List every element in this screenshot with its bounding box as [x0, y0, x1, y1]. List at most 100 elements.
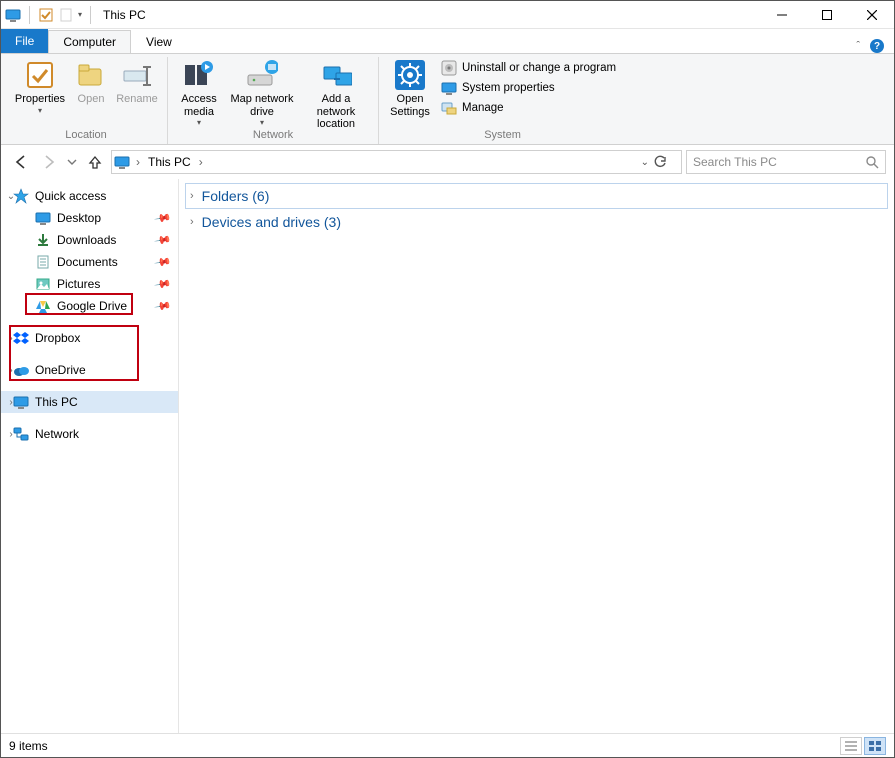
- system-properties-button[interactable]: System properties: [437, 79, 620, 97]
- refresh-button[interactable]: [653, 155, 675, 169]
- section-devices-label: Devices and drives (3): [202, 214, 341, 230]
- dropbox-label: Dropbox: [35, 331, 80, 345]
- manage-label: Manage: [462, 102, 504, 114]
- sidebar-item-label: Pictures: [57, 277, 100, 291]
- pin-icon: 📌: [154, 209, 173, 228]
- quick-access-toolbar: ▾: [1, 6, 95, 24]
- quick-access-label: Quick access: [35, 189, 106, 203]
- rename-button[interactable]: Rename: [113, 57, 161, 125]
- title-bar: ▾ This PC: [1, 1, 894, 29]
- address-chevron-icon-2[interactable]: ›: [197, 155, 205, 169]
- open-icon: [75, 59, 107, 91]
- properties-dropdown-icon: ▾: [38, 106, 42, 115]
- open-settings-button[interactable]: Open Settings: [385, 57, 435, 125]
- sidebar-item-label: Google Drive: [57, 299, 127, 313]
- pin-icon: 📌: [154, 275, 173, 294]
- app-icon: [5, 7, 21, 23]
- tab-computer[interactable]: Computer: [48, 30, 131, 53]
- address-chevron-icon[interactable]: ›: [134, 155, 142, 169]
- group-network-label: Network: [174, 127, 372, 144]
- settings-gear-icon: [394, 59, 426, 91]
- sidebar-dropbox[interactable]: › Dropbox: [1, 327, 178, 349]
- close-button[interactable]: [849, 1, 894, 29]
- map-drive-button[interactable]: Map network drive ▾: [226, 57, 298, 125]
- expander-icon[interactable]: ›: [5, 397, 17, 408]
- tab-file[interactable]: File: [1, 29, 48, 53]
- rename-icon: [121, 59, 153, 91]
- minimize-button[interactable]: [759, 1, 804, 29]
- forward-button[interactable]: [37, 150, 61, 174]
- collapse-ribbon-icon[interactable]: ˆ: [856, 40, 860, 52]
- ribbon-right-controls: ˆ ?: [856, 39, 894, 53]
- view-tiles-button[interactable]: [864, 737, 886, 755]
- open-button[interactable]: Open: [71, 57, 111, 125]
- section-folders[interactable]: › Folders (6): [185, 183, 888, 209]
- sidebar-onedrive[interactable]: › OneDrive: [1, 359, 178, 381]
- manage-icon: [441, 100, 457, 116]
- sidebar-network[interactable]: › Network: [1, 423, 178, 445]
- add-location-button[interactable]: Add a network location: [300, 57, 372, 125]
- properties-button[interactable]: Properties ▾: [11, 57, 69, 125]
- address-bar[interactable]: › This PC › ⌄: [111, 150, 682, 174]
- search-input[interactable]: Search This PC: [686, 150, 886, 174]
- qat-properties-icon[interactable]: [38, 7, 54, 23]
- chevron-right-icon: ›: [190, 190, 194, 202]
- map-drive-label: Map network drive: [228, 93, 296, 118]
- system-properties-label: System properties: [462, 82, 555, 94]
- search-icon: [865, 155, 879, 169]
- section-devices[interactable]: › Devices and drives (3): [185, 209, 888, 235]
- expander-icon[interactable]: ›: [5, 429, 17, 440]
- system-properties-icon: [441, 80, 457, 96]
- qat-dropdown-icon[interactable]: ▾: [78, 10, 82, 19]
- rename-label: Rename: [116, 93, 158, 106]
- address-dropdown-icon[interactable]: ⌄: [641, 157, 649, 168]
- documents-icon: [35, 254, 51, 270]
- help-icon[interactable]: ?: [870, 39, 884, 53]
- qat-separator: [29, 6, 30, 24]
- expander-icon[interactable]: ⌄: [5, 191, 17, 202]
- expander-icon[interactable]: ›: [5, 365, 17, 376]
- pin-icon: 📌: [154, 231, 173, 250]
- access-media-label: Access media: [176, 93, 222, 118]
- properties-label: Properties: [15, 93, 65, 106]
- address-segment-thispc[interactable]: This PC: [146, 155, 193, 169]
- view-details-button[interactable]: [840, 737, 862, 755]
- address-pc-icon: [114, 154, 130, 170]
- network-label: Network: [35, 427, 79, 441]
- sidebar-item-google-drive[interactable]: Google Drive 📌: [1, 295, 178, 317]
- recent-dropdown-icon[interactable]: [65, 150, 79, 174]
- properties-icon: [24, 59, 56, 91]
- expander-icon[interactable]: ›: [5, 333, 17, 344]
- up-button[interactable]: [83, 150, 107, 174]
- this-pc-label: This PC: [35, 395, 78, 409]
- uninstall-button[interactable]: Uninstall or change a program: [437, 59, 620, 77]
- downloads-icon: [35, 232, 51, 248]
- back-button[interactable]: [9, 150, 33, 174]
- window-controls: [759, 1, 894, 29]
- sidebar-quick-access[interactable]: ⌄ Quick access: [1, 185, 178, 207]
- system-list: Uninstall or change a program System pro…: [437, 57, 620, 117]
- sidebar-item-label: Documents: [57, 255, 118, 269]
- maximize-button[interactable]: [804, 1, 849, 29]
- add-location-label: Add a network location: [302, 93, 370, 131]
- sidebar-item-desktop[interactable]: Desktop 📌: [1, 207, 178, 229]
- open-settings-label: Open Settings: [387, 93, 433, 118]
- google-drive-icon: [35, 298, 51, 314]
- sidebar-item-downloads[interactable]: Downloads 📌: [1, 229, 178, 251]
- access-media-button[interactable]: Access media ▾: [174, 57, 224, 125]
- group-location-label: Location: [11, 127, 161, 144]
- access-media-icon: [183, 59, 215, 91]
- tab-view[interactable]: View: [131, 30, 187, 53]
- sidebar-item-documents[interactable]: Documents 📌: [1, 251, 178, 273]
- ribbon-tab-strip: File Computer View ˆ ?: [1, 29, 894, 53]
- manage-button[interactable]: Manage: [437, 99, 620, 117]
- content-pane: › Folders (6) › Devices and drives (3): [179, 179, 894, 733]
- pin-icon: 📌: [154, 297, 173, 316]
- sidebar-item-pictures[interactable]: Pictures 📌: [1, 273, 178, 295]
- search-placeholder: Search This PC: [693, 155, 777, 169]
- explorer-body: ⌄ Quick access Desktop 📌 Downloads 📌 Doc…: [1, 179, 894, 733]
- sidebar-item-label: Downloads: [57, 233, 116, 247]
- sidebar-this-pc[interactable]: › This PC: [1, 391, 178, 413]
- window-title: This PC: [103, 8, 146, 22]
- qat-new-icon[interactable]: [58, 7, 74, 23]
